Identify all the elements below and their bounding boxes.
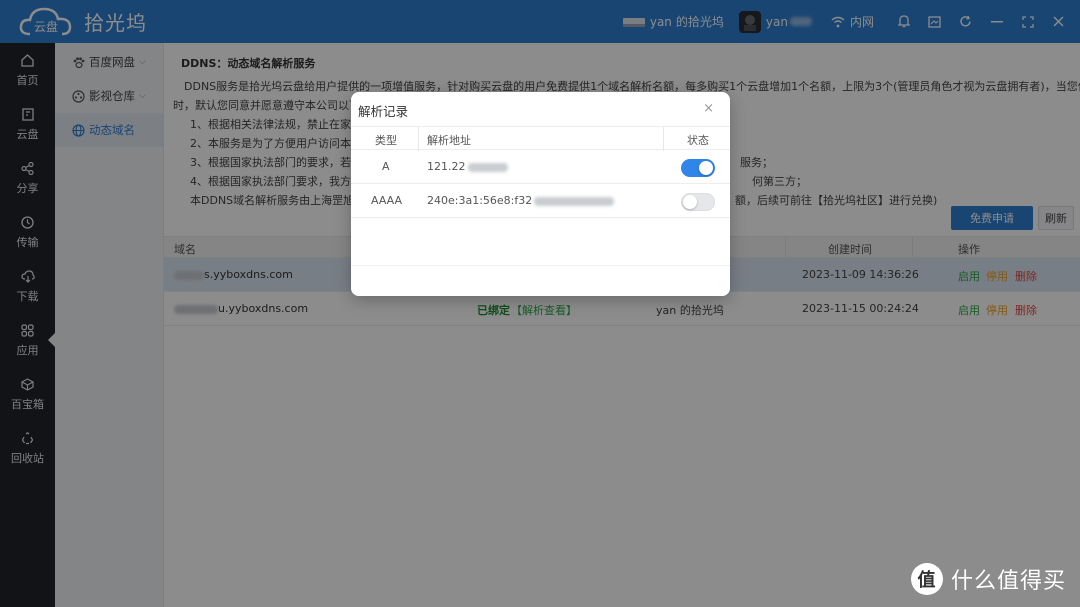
record-status-toggle[interactable] <box>681 159 715 177</box>
watermark-logo: 值 <box>910 563 943 595</box>
records-table: 类型 解析地址 状态 A 121.22 AAAA 240e:3a1:56e8:f… <box>351 126 730 218</box>
records-header: 类型 解析地址 状态 <box>351 126 730 151</box>
record-address: 121.22 <box>427 160 466 173</box>
col-status: 状态 <box>687 134 709 147</box>
col-type: 类型 <box>375 134 397 147</box>
watermark: 值 什么值得买 <box>910 563 1066 595</box>
record-address: 240e:3a1:56e8:f32 <box>427 194 533 207</box>
close-icon[interactable]: × <box>703 101 714 116</box>
dns-records-dialog: 解析记录 × 类型 解析地址 状态 A 121.22 AAAA 240e:3a1… <box>351 92 730 296</box>
dialog-header: 解析记录 × <box>351 92 730 126</box>
record-address-cell: 240e:3a1:56e8:f32 <box>427 194 615 207</box>
record-address-cell: 121.22 <box>427 160 508 173</box>
toggle-knob <box>699 161 713 175</box>
record-type: A <box>382 160 390 173</box>
redacted-text <box>534 196 615 206</box>
record-status-toggle[interactable] <box>681 193 715 211</box>
record-row: A 121.22 <box>351 150 730 184</box>
toggle-knob <box>683 195 697 209</box>
watermark-text: 什么值得买 <box>950 569 1066 594</box>
redacted-text <box>467 162 508 172</box>
dialog-footer <box>351 265 730 296</box>
col-address: 解析地址 <box>427 134 471 147</box>
dialog-title: 解析记录 <box>358 104 409 119</box>
record-row: AAAA 240e:3a1:56e8:f32 <box>351 184 730 218</box>
record-type: AAAA <box>371 194 403 207</box>
